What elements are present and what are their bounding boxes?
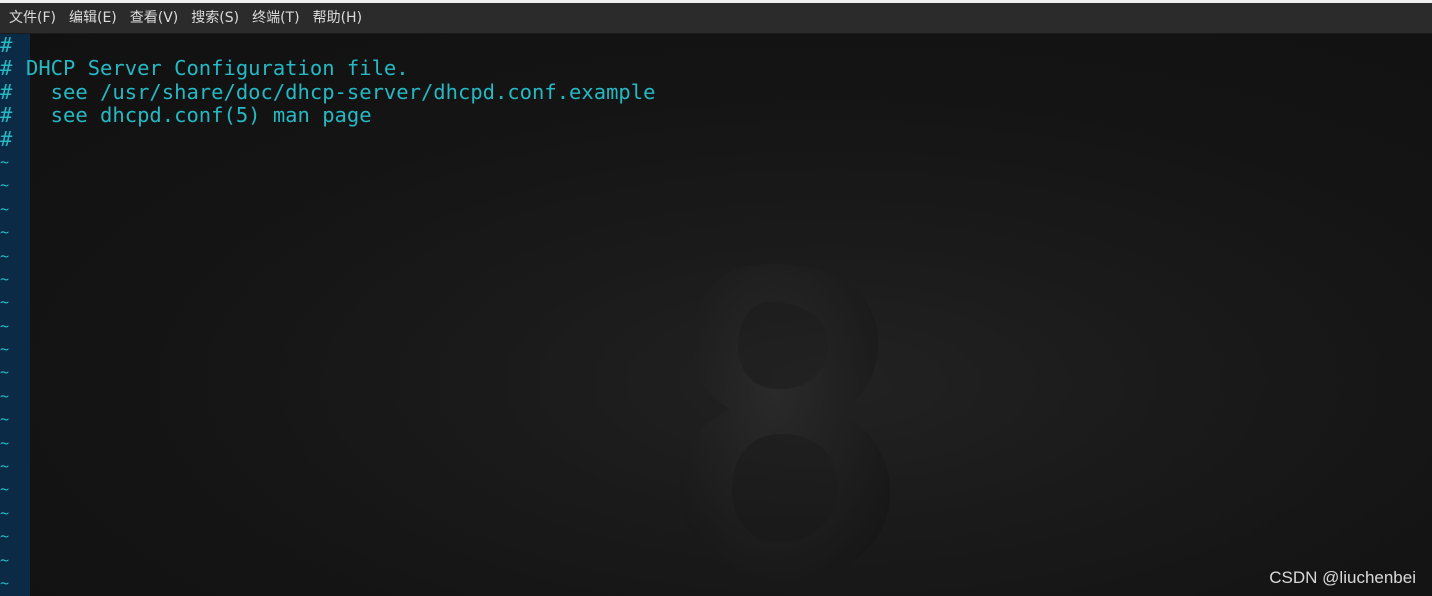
empty-line-marker: ~ [0,246,10,265]
empty-line-marker: ~ [0,176,10,195]
empty-line: ~ [0,221,74,244]
empty-line-marker: ~ [0,340,10,359]
menu-bar: 文件(F) 编辑(E) 查看(V) 搜索(S) 终端(T) 帮助(H) [0,3,1432,34]
wallpaper-eight-logo [680,264,890,579]
empty-line-marker: ~ [0,199,10,218]
comment-marker: # [0,56,13,81]
editor-line: # [0,126,74,151]
empty-line-marker: ~ [0,480,10,499]
menu-view[interactable]: 查看(V) [124,6,185,30]
empty-line: ~ [0,408,74,431]
empty-line: ~ [0,174,74,197]
line-text: DHCP Server Configuration file. [26,56,409,81]
empty-line-marker: ~ [0,386,10,405]
watermark: CSDN @liuchenbei [1269,568,1416,587]
comment-marker: # [0,79,13,104]
terminal-area[interactable]: # # DHCP Server Configuration file. # se… [0,34,1432,596]
comment-marker: # [0,34,13,57]
line-text: see dhcpd.conf(5) man page [26,103,372,128]
editor-line: # see dhcpd.conf(5) man page [0,103,372,128]
empty-line-marker: ~ [0,223,10,242]
empty-line-marker: ~ [0,410,10,429]
empty-line: ~ [0,245,74,268]
empty-line-marker: ~ [0,152,10,171]
menu-search[interactable]: 搜索(S) [185,6,245,30]
empty-line: ~ [0,291,74,314]
empty-line-marker: ~ [0,433,10,452]
empty-line: ~ [0,361,74,384]
empty-line: ~ [0,502,74,525]
menu-file[interactable]: 文件(F) [3,6,62,30]
empty-line: ~ [0,478,74,501]
empty-line: ~ [0,549,74,572]
empty-line: ~ [0,151,74,174]
empty-line-marker: ~ [0,316,10,335]
empty-line-marker: ~ [0,550,10,569]
empty-line-marker: ~ [0,269,10,288]
empty-line: ~ [0,572,74,595]
menu-help[interactable]: 帮助(H) [307,6,368,30]
empty-line-marker: ~ [0,503,10,522]
empty-line: ~ [0,268,74,291]
editor-line: # DHCP Server Configuration file. [0,56,409,81]
empty-line-marker: ~ [0,363,10,382]
comment-marker: # [0,126,13,151]
editor-line: # [0,34,74,57]
empty-line: ~ [0,198,74,221]
empty-line: ~ [0,455,74,478]
empty-line: ~ [0,525,74,548]
empty-line: ~ [0,315,74,338]
editor-lines: # # DHCP Server Configuration file. # se… [0,34,655,595]
menu-edit[interactable]: 编辑(E) [63,6,123,30]
empty-line: ~ [0,385,74,408]
comment-marker: # [0,103,13,128]
menu-terminal[interactable]: 终端(T) [246,6,305,30]
line-text: see /usr/share/doc/dhcp-server/dhcpd.con… [26,79,656,104]
empty-line-marker: ~ [0,293,10,312]
empty-line-marker: ~ [0,457,10,476]
empty-line-marker: ~ [0,527,10,546]
empty-line: ~ [0,338,74,361]
editor-line: # see /usr/share/doc/dhcp-server/dhcpd.c… [0,79,655,104]
empty-line: ~ [0,432,74,455]
empty-line-marker: ~ [0,573,10,592]
